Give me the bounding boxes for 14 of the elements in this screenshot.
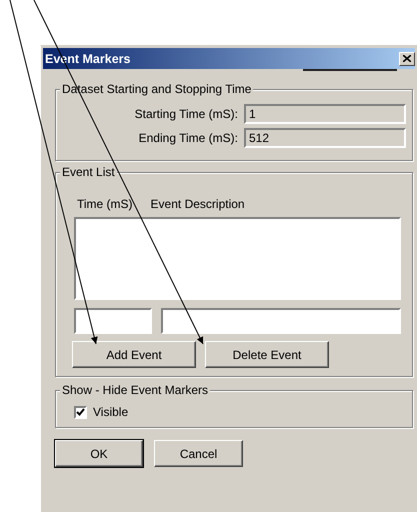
group-title: Show - Hide Event Markers: [60, 383, 210, 397]
field-label: Starting Time (mS):: [134, 107, 238, 121]
column-header: Event Description: [150, 197, 245, 211]
group-title: Event List: [60, 165, 117, 179]
column-header: Time (mS): [77, 197, 133, 211]
checkbox-label: Visible: [93, 405, 128, 419]
field-label: Ending Time (mS):: [138, 131, 238, 145]
ok-button[interactable]: OK: [55, 440, 143, 467]
cancel-button[interactable]: Cancel: [154, 440, 243, 467]
delete-event-button[interactable]: Delete Event: [205, 341, 329, 368]
time-field: 512: [244, 128, 406, 148]
time-field: 1: [244, 104, 406, 124]
window-title: Event Markers: [45, 52, 132, 66]
add-event-button[interactable]: Add Event: [72, 341, 196, 368]
